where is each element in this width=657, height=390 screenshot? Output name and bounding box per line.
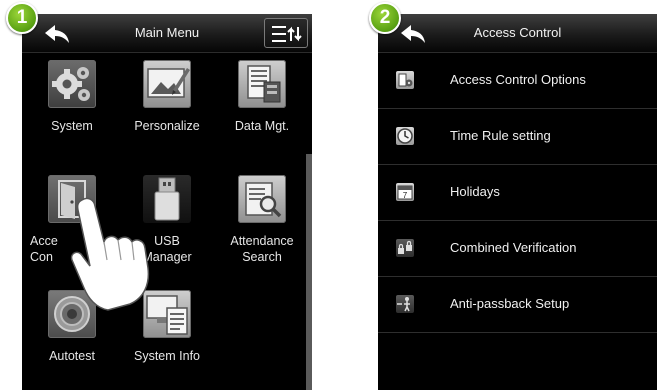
menu-button[interactable] <box>264 18 308 48</box>
sort-menu-icon <box>272 26 302 42</box>
main-menu-screen: Main Menu System Personalize Data Mgt. A… <box>22 14 312 390</box>
list-item-label: Anti-passback Setup <box>450 296 570 311</box>
anti-passback-icon <box>396 295 414 313</box>
list-item-label: Time Rule setting <box>450 128 551 143</box>
locks-icon <box>396 239 414 257</box>
list-item-time-rule-setting[interactable]: Time Rule setting <box>378 109 657 165</box>
gears-icon <box>48 60 96 108</box>
menu-item-personalize[interactable]: Personalize <box>119 56 215 166</box>
list-item-holidays[interactable]: 7 Holidays <box>378 165 657 221</box>
step-badge-1: 1 <box>6 2 38 34</box>
list-item-anti-passback-setup[interactable]: Anti-passback Setup <box>378 277 657 333</box>
access-control-header: Access Control <box>378 14 657 53</box>
data-server-icon <box>238 60 286 108</box>
list-item-combined-verification[interactable]: Combined Verification <box>378 221 657 277</box>
list-item-label: Holidays <box>450 184 500 199</box>
step-badge-2: 2 <box>369 2 401 34</box>
calendar-icon: 7 <box>396 183 414 201</box>
menu-item-label: Autotest <box>49 349 95 363</box>
menu-item-label: System <box>51 119 93 133</box>
page-title: Access Control <box>473 25 562 40</box>
menu-item-system[interactable]: System <box>24 56 120 166</box>
scrollbar[interactable] <box>306 154 312 390</box>
tapping-hand-icon <box>70 197 150 311</box>
svg-text:7: 7 <box>403 191 408 200</box>
menu-item-label: System Info <box>134 349 200 363</box>
list-item-label: Combined Verification <box>450 240 577 255</box>
menu-item-label: Attendance Search <box>230 234 294 264</box>
access-options-icon <box>396 71 414 89</box>
menu-item-label: Personalize <box>134 119 200 133</box>
access-control-screen: Access Control Access Control Options Ti… <box>378 14 657 390</box>
list-item-label: Access Control Options <box>450 72 586 87</box>
menu-item-attendance-search[interactable]: Attendance Search <box>214 171 310 281</box>
search-record-icon <box>238 175 286 223</box>
list-item-access-control-options[interactable]: Access Control Options <box>378 53 657 109</box>
menu-item-label: Data Mgt. <box>234 119 290 133</box>
menu-item-data-mgt[interactable]: Data Mgt. <box>214 56 310 166</box>
picture-pen-icon <box>143 60 191 108</box>
clock-icon <box>396 127 414 145</box>
main-menu-header: Main Menu <box>22 14 312 53</box>
